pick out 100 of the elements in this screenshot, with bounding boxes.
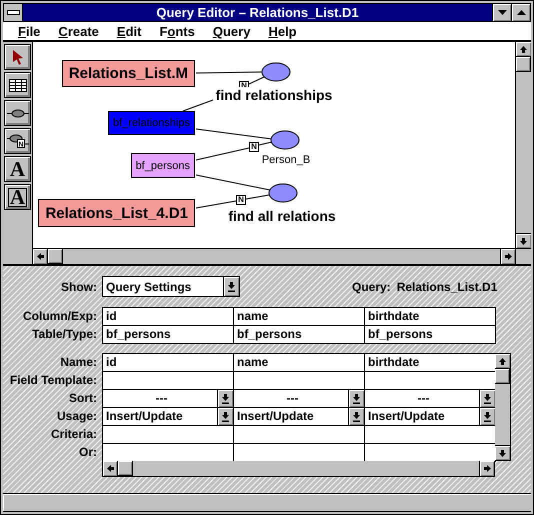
dropdown-cell[interactable]: ---	[233, 389, 364, 407]
grid-cell[interactable]	[233, 443, 364, 461]
arrow-right-icon	[504, 252, 512, 261]
connector-line	[182, 100, 214, 112]
grid-cell[interactable]: birthdate	[364, 353, 495, 371]
dropdown-cell[interactable]: Insert/Update	[102, 407, 233, 425]
dropdown-button[interactable]	[479, 408, 495, 425]
entity-box[interactable]: bf_persons	[130, 153, 195, 178]
dropdown-button[interactable]	[217, 390, 233, 407]
scroll-left-button[interactable]	[103, 461, 118, 476]
entity-box[interactable]: Relations_List.M	[62, 60, 195, 87]
grid-cell[interactable]	[102, 371, 233, 389]
triangle-up-icon	[516, 10, 526, 15]
grid-cell[interactable]	[233, 371, 364, 389]
dropdown-button[interactable]	[217, 408, 233, 425]
scroll-up-button[interactable]	[495, 354, 510, 369]
window-title: Query Editor – Relations_List.D1	[155, 4, 360, 21]
pointer-icon	[12, 49, 24, 65]
scrollbar-thumb[interactable]	[495, 369, 510, 384]
row-label: Field Template:	[8, 372, 98, 389]
scroll-right-button[interactable]	[479, 461, 494, 476]
relationship-label: Person_B	[262, 154, 310, 166]
system-menu-button[interactable]	[4, 4, 23, 21]
dropdown-button[interactable]	[479, 390, 495, 407]
connector-line	[196, 72, 262, 74]
dropdown-cell[interactable]: Insert/Update	[233, 407, 364, 425]
minimize-button[interactable]	[492, 4, 511, 21]
table-icon	[8, 78, 26, 92]
show-dropdown[interactable]: Query Settings	[102, 276, 240, 297]
triangle-down-icon	[498, 10, 506, 15]
grid-cell[interactable]: bf_persons	[102, 325, 233, 343]
connector-line	[196, 200, 236, 208]
dropdown-cell[interactable]: ---	[102, 389, 233, 407]
arrow-left-icon	[106, 464, 114, 473]
grid-cell[interactable]	[233, 425, 364, 443]
arrow-up-icon	[519, 44, 528, 54]
grid-cell[interactable]	[364, 371, 495, 389]
link-tool-button[interactable]	[4, 100, 31, 126]
menu-item[interactable]: Help	[259, 24, 306, 38]
vertical-scrollbar[interactable]	[495, 353, 511, 461]
scroll-down-button[interactable]	[495, 445, 510, 460]
grid-cell[interactable]: name	[233, 353, 364, 371]
text-tool-button[interactable]: A	[4, 156, 31, 182]
dropdown-arrow-icon	[483, 394, 492, 404]
dropdown-arrow-icon	[227, 282, 236, 292]
row-label: Or:	[78, 444, 98, 461]
grid-cell[interactable]	[102, 443, 233, 461]
table-tool-button[interactable]	[4, 72, 31, 98]
dropdown-button[interactable]	[348, 390, 364, 407]
grid-cell[interactable]: bf_persons	[233, 325, 364, 343]
grid-cell[interactable]: name	[233, 307, 364, 325]
grid-cell[interactable]: id	[102, 307, 233, 325]
scrollbar-thumb[interactable]	[118, 461, 133, 476]
entity-box[interactable]: Relations_List_4.D1	[38, 199, 195, 227]
horizontal-scrollbar[interactable]	[33, 248, 515, 264]
connector-line	[246, 194, 270, 200]
menu-item[interactable]: Edit	[108, 24, 150, 38]
scroll-left-button[interactable]	[33, 249, 48, 264]
row-label: Column/Exp:	[22, 308, 98, 325]
row-label: Name:	[59, 354, 98, 371]
relationship-node	[270, 130, 300, 150]
scrollbar-thumb[interactable]	[48, 249, 63, 264]
dropdown-button[interactable]	[223, 277, 239, 296]
relationship-label: find relationships	[216, 87, 332, 103]
scroll-up-button[interactable]	[516, 42, 531, 57]
grid-cell[interactable]: birthdate	[364, 307, 495, 325]
ellipse-link-icon	[6, 108, 28, 118]
relationship-node	[262, 62, 290, 82]
relationship-node	[268, 184, 298, 202]
relationship-label: find all relations	[228, 208, 336, 224]
scrollbar-thumb[interactable]	[516, 57, 531, 72]
cardinality-marker: N	[249, 142, 259, 152]
menu-item[interactable]: Fonts	[150, 24, 204, 38]
grid-cell[interactable]	[364, 425, 495, 443]
dropdown-arrow-icon	[352, 394, 361, 404]
grid-cell[interactable]: id	[102, 353, 233, 371]
scroll-down-button[interactable]	[516, 233, 531, 248]
menu-item[interactable]: Create	[49, 24, 108, 38]
grid-cell[interactable]: bf_persons	[364, 325, 495, 343]
grid-cell[interactable]	[102, 425, 233, 443]
dropdown-cell[interactable]: Insert/Update	[364, 407, 495, 425]
maximize-button[interactable]	[511, 4, 530, 21]
row-label: Table/Type:	[31, 326, 98, 343]
menu-item[interactable]: Query	[204, 24, 260, 38]
dropdown-cell[interactable]: ---	[364, 389, 495, 407]
connector-line	[248, 76, 264, 84]
menu-item[interactable]: File	[9, 24, 50, 38]
framed-text-tool-button[interactable]: A	[4, 184, 31, 210]
scroll-right-button[interactable]	[500, 249, 515, 264]
arrow-down-icon	[519, 236, 528, 246]
horizontal-scrollbar[interactable]	[102, 461, 495, 477]
query-name: Relations_List.D1	[396, 280, 498, 294]
dropdown-arrow-icon	[483, 412, 492, 422]
dropdown-button[interactable]	[348, 408, 364, 425]
row-label: Usage:	[56, 408, 98, 425]
grid-cell[interactable]	[364, 443, 495, 461]
connector-line	[258, 142, 272, 146]
pointer-tool-button[interactable]	[4, 44, 31, 70]
arrow-left-icon	[36, 252, 44, 261]
vertical-scrollbar[interactable]	[515, 42, 531, 248]
